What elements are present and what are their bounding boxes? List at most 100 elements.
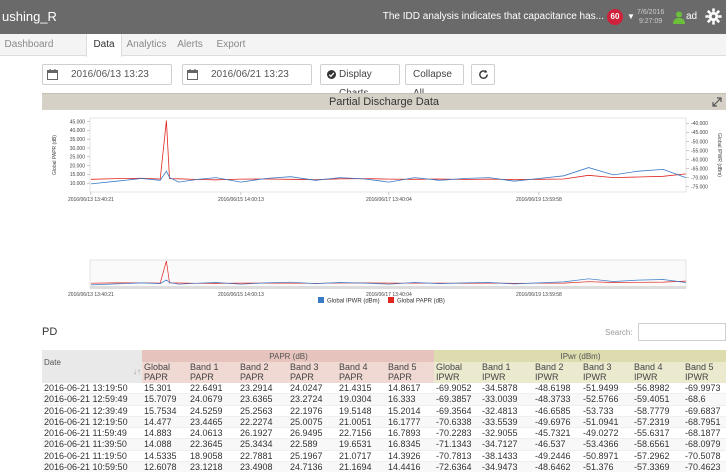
value-cell: -72.6364 xyxy=(434,461,480,472)
navigator-tick-label: 2016/06/19 13:59:58 xyxy=(516,292,562,298)
value-cell: 15.7534 xyxy=(142,405,188,417)
value-cell: -48.6198 xyxy=(533,383,581,395)
col-header[interactable]: Band 1 IPWR xyxy=(480,362,533,383)
value-cell: -68.1877 xyxy=(683,427,726,440)
legend-label: Global IPWR (dBm) xyxy=(327,299,380,305)
clock-time: 9:27:09 xyxy=(638,18,663,25)
tab-analytics[interactable]: Analytics xyxy=(125,34,168,56)
col-header[interactable]: Band 4 IPWR xyxy=(632,362,683,383)
sort-icon[interactable]: ↓↑ xyxy=(133,367,141,376)
value-cell: -51.9499 xyxy=(581,383,632,395)
col-header[interactable]: Band 5 IPWR xyxy=(683,362,726,383)
collapse-all-button[interactable]: Collapse All xyxy=(405,64,464,99)
gear-icon[interactable] xyxy=(705,8,722,25)
col-date-label: Date xyxy=(44,357,61,367)
col-header[interactable]: Global IPWR xyxy=(434,362,480,383)
user-name[interactable]: ad xyxy=(686,11,697,22)
tab-alerts[interactable]: Alerts xyxy=(174,34,206,56)
col-header[interactable]: Band 5 PAPR xyxy=(386,362,434,383)
partial-discharge-chart[interactable]: 45.000 40.000 35.000 30.000 25.000 20.000 15.0… xyxy=(42,110,726,307)
y-right-tick-label: -65.000 xyxy=(691,166,708,172)
value-cell: 21.1694 xyxy=(337,461,386,472)
value-cell: 24.5259 xyxy=(188,405,238,417)
col-header[interactable]: Global PAPR xyxy=(142,362,188,383)
col-date[interactable]: Date ↓↑ xyxy=(42,350,142,383)
value-cell: 22.2274 xyxy=(238,416,288,429)
user-icon[interactable] xyxy=(673,11,685,24)
tab-data[interactable]: Data xyxy=(86,34,122,57)
value-cell: 15.301 xyxy=(142,383,188,395)
value-cell: -57.3369 xyxy=(632,461,683,472)
x-tick-label: 2016/06/13 13:40:21 xyxy=(68,197,114,203)
table-row[interactable]: 2016-06-21 12:39:49 15.7534 24.5259 25.2563… xyxy=(42,405,726,417)
value-cell: -38.1433 xyxy=(480,450,533,463)
col-header[interactable]: Band 2 IPWR xyxy=(533,362,581,383)
col-header[interactable]: Band 4 PAPR xyxy=(337,362,386,383)
y-left-tick-label: 45.000 xyxy=(70,119,86,125)
value-cell: -46.537 xyxy=(533,438,581,451)
value-cell: 23.4465 xyxy=(188,416,238,429)
value-cell: -68.0979 xyxy=(683,438,726,451)
value-cell: 14.3926 xyxy=(386,450,434,463)
legend-label: Global PAPR (dB) xyxy=(397,299,445,305)
value-cell: -68.7951 xyxy=(683,416,726,429)
value-cell: -33.0039 xyxy=(480,393,533,406)
plot-area xyxy=(89,117,687,193)
col-header[interactable]: Band 1 PAPR xyxy=(188,362,238,383)
date-cell: 2016-06-21 12:59:49 xyxy=(42,393,142,406)
value-cell: 14.4416 xyxy=(386,461,434,472)
y-right-axis-label: Global IPWR (dBm) xyxy=(716,133,722,177)
value-cell: -70.7813 xyxy=(434,450,480,463)
value-cell: 19.5148 xyxy=(337,405,386,417)
value-cell: 16.1777 xyxy=(386,416,434,429)
value-cell: -69.6837 xyxy=(683,405,726,417)
value-cell: 22.7881 xyxy=(238,450,288,463)
chevron-down-icon[interactable]: ▼ xyxy=(627,12,635,21)
value-cell: 19.0304 xyxy=(337,393,386,406)
col-header[interactable]: Band 3 IPWR xyxy=(581,362,632,383)
table-row[interactable]: 2016-06-21 11:19:50 14.5335 18.9058 22.7881… xyxy=(42,450,726,463)
notification-message[interactable]: The IDD analysis indicates that capacita… xyxy=(383,11,604,22)
tab-dashboard[interactable]: Dashboard xyxy=(0,34,58,56)
date-cell: 2016-06-21 11:59:49 xyxy=(42,427,142,440)
y-right-tick-label: -55.000 xyxy=(691,148,708,154)
chart-panel: Partial Discharge Data 45.000 40.000 35.00… xyxy=(42,93,726,307)
table-row[interactable]: 2016-06-21 12:59:49 15.7079 24.0679 23.6365… xyxy=(42,393,726,406)
table-row[interactable]: 2016-06-21 10:59:50 12.6078 23.1218 23.4908… xyxy=(42,461,726,472)
search-input[interactable] xyxy=(638,323,726,341)
display-charts-button[interactable]: Display Charts xyxy=(320,64,400,99)
value-cell: 24.0613 xyxy=(188,427,238,440)
date-cell: 2016-06-21 11:39:50 xyxy=(42,438,142,451)
tab-export[interactable]: Export xyxy=(213,34,249,56)
value-cell: -57.2319 xyxy=(632,416,683,429)
value-cell: -33.5539 xyxy=(480,416,533,429)
navigator-scrollbar xyxy=(90,286,686,289)
value-cell: 23.1218 xyxy=(188,461,238,472)
y-left-axis-label: Global PAPR (dB) xyxy=(52,135,58,175)
tab-bar: Dashboard Data Analytics Alerts Export xyxy=(0,34,726,57)
value-cell: -59.4051 xyxy=(632,393,683,406)
value-cell: 23.2724 xyxy=(288,393,337,406)
expand-icon[interactable] xyxy=(712,97,722,107)
col-header[interactable]: Band 3 PAPR xyxy=(288,362,337,383)
notification-badge[interactable]: 60 xyxy=(607,9,623,25)
table-row[interactable]: 2016-06-21 11:59:49 14.883 24.0613 26.1927 2… xyxy=(42,427,726,440)
table-row[interactable]: 2016-06-21 11:39:50 14.088 22.3645 25.3434 2… xyxy=(42,438,726,451)
value-cell: 25.3434 xyxy=(238,438,288,451)
start-date-field[interactable]: 2016/06/13 13:23 xyxy=(42,64,172,85)
value-cell: -32.4813 xyxy=(480,405,533,417)
table-row[interactable]: 2016-06-21 13:19:50 15.301 22.6491 23.2914 2… xyxy=(42,383,726,395)
chart-title: Partial Discharge Data xyxy=(328,96,440,108)
refresh-button[interactable] xyxy=(471,64,495,85)
value-cell: 25.1967 xyxy=(288,450,337,463)
table-row[interactable]: 2016-06-21 12:19:50 14.477 23.4465 22.2274 2… xyxy=(42,416,726,429)
col-header[interactable]: Band 2 PAPR xyxy=(238,362,288,383)
end-date-field[interactable]: 2016/06/21 13:23 xyxy=(182,64,312,85)
value-cell: -55.6317 xyxy=(632,427,683,440)
value-cell: -70.5078 xyxy=(683,450,726,463)
date-cell: 2016-06-21 10:59:50 xyxy=(42,461,142,472)
y-right-tick-label: -60.000 xyxy=(691,157,708,163)
y-left-tick-label: 30.000 xyxy=(70,146,86,152)
value-cell: -69.9973 xyxy=(683,383,726,395)
value-cell: -52.5766 xyxy=(581,393,632,406)
